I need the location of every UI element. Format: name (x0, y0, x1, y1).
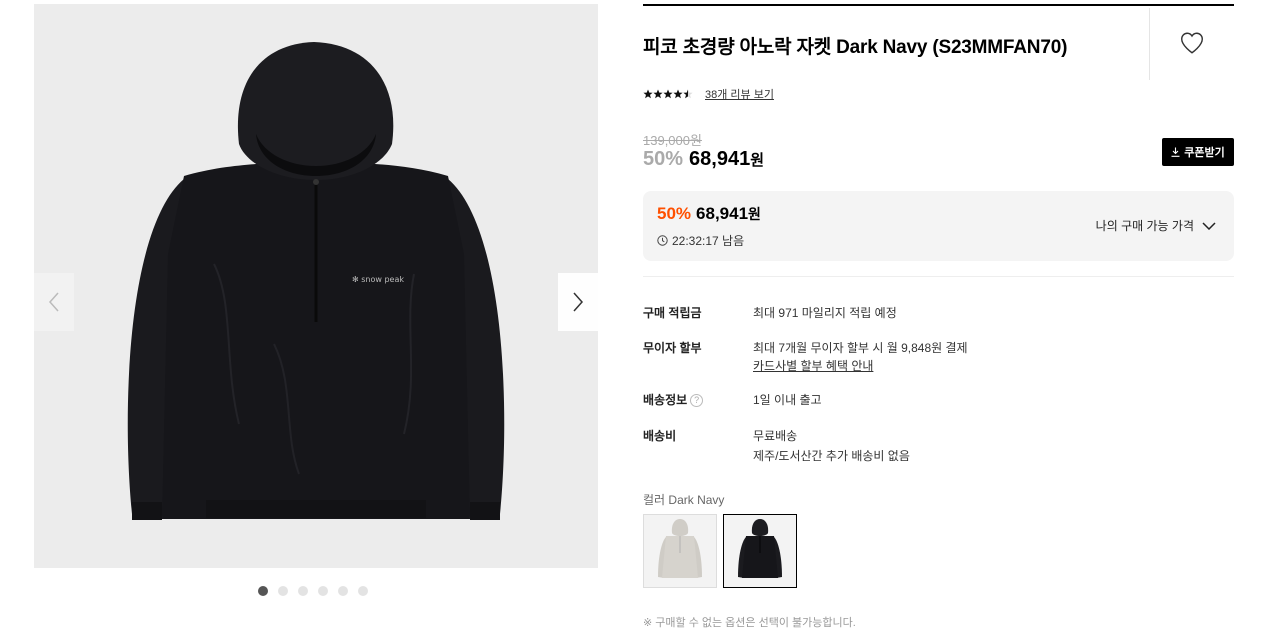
coupon-button-label: 쿠폰받기 (1184, 147, 1225, 159)
points-value: 최대 971 마일리지 적립 예정 (753, 306, 897, 320)
top-divider (643, 4, 1234, 6)
my-price-value: 68,941 (696, 204, 749, 223)
my-price-box: 50% 68,941 원 22:32:17 남음 나의 구매 가능 가격 (643, 191, 1234, 261)
svg-text:✻ snow peak: ✻ snow peak (352, 275, 404, 284)
product-image: ✻ snow peak (127, 42, 505, 520)
gallery-dot[interactable] (358, 586, 368, 596)
shipping-info-value: 1일 이내 출고 (753, 393, 822, 407)
currency-unit: 원 (750, 152, 765, 169)
product-info-panel: 피코 초경량 아노락 자켓 Dark Navy (S23MMFAN70) 38개… (643, 0, 1234, 638)
discount-rate: 50% (643, 148, 684, 170)
my-price-currency: 원 (748, 206, 761, 222)
my-price-toggle[interactable]: 나의 구매 가능 가격 (1096, 217, 1216, 234)
shipping-fee-value: 무료배송 (753, 429, 798, 443)
sale-price: 68,941 (689, 148, 751, 170)
star-icon (643, 89, 653, 99)
coupon-button[interactable]: 쿠폰받기 (1162, 138, 1234, 166)
color-option-label: 컬러 Dark Navy (643, 493, 725, 507)
help-icon[interactable]: ? (690, 393, 704, 407)
gallery-dot[interactable] (298, 586, 308, 596)
product-image-gallery: ✻ snow peak (34, 4, 598, 568)
chevron-right-icon (573, 292, 584, 312)
star-icon (663, 89, 673, 99)
rating-stars (643, 89, 693, 99)
my-price-label: 나의 구매 가능 가격 (1095, 219, 1194, 233)
timer-text: 22:32:17 남음 (672, 234, 745, 248)
rating-row: 38개 리뷰 보기 (643, 86, 774, 102)
star-icon (673, 89, 683, 99)
color-swatch-beige[interactable] (643, 514, 717, 588)
product-title: 피코 초경량 아노락 자켓 Dark Navy (S23MMFAN70) (643, 37, 1068, 58)
my-discount-rate: 50% (657, 204, 692, 223)
gallery-dot[interactable] (338, 586, 348, 596)
color-swatch-dark-navy[interactable] (723, 514, 797, 588)
countdown-timer: 22:32:17 남음 (657, 232, 744, 249)
chevron-down-icon (1202, 221, 1216, 230)
points-key: 구매 적립금 (643, 306, 702, 320)
shipping-fee-note: 제주/도서산간 추가 배송비 없음 (753, 449, 910, 463)
swatch-image (724, 515, 796, 587)
chevron-left-icon (48, 292, 59, 312)
gallery-next-button[interactable] (558, 273, 598, 331)
installment-key: 무이자 할부 (643, 341, 702, 355)
star-half-icon (683, 89, 693, 99)
title-divider (1149, 8, 1150, 80)
gallery-dot[interactable] (318, 586, 328, 596)
star-icon (653, 89, 663, 99)
shipping-fee-key: 배송비 (643, 429, 677, 443)
gallery-prev-button[interactable] (34, 273, 74, 331)
gallery-pagination (258, 586, 368, 596)
my-price-row: 50% 68,941 원 (657, 204, 761, 224)
section-divider (643, 276, 1234, 277)
swatch-image (644, 515, 716, 587)
shipping-info-key-wrap: 배송정보 ? (643, 391, 743, 409)
installment-value: 최대 7개월 무이자 할부 시 월 9,848원 결제 (753, 341, 968, 355)
heart-icon[interactable] (1179, 30, 1205, 56)
gallery-dot[interactable] (258, 586, 268, 596)
installment-benefit-link[interactable]: 카드사별 할부 혜택 안내 (753, 357, 873, 375)
clock-icon (657, 235, 668, 246)
review-link[interactable]: 38개 리뷰 보기 (705, 86, 774, 102)
option-notice: ※ 구매할 수 없는 옵션은 선택이 불가능합니다. (643, 617, 856, 629)
original-price: 139,000원 (643, 133, 702, 148)
gallery-dot[interactable] (278, 586, 288, 596)
shipping-info-key: 배송정보 (643, 393, 688, 407)
price-row: 50% 68,941 원 (643, 148, 764, 171)
download-icon (1171, 147, 1180, 157)
